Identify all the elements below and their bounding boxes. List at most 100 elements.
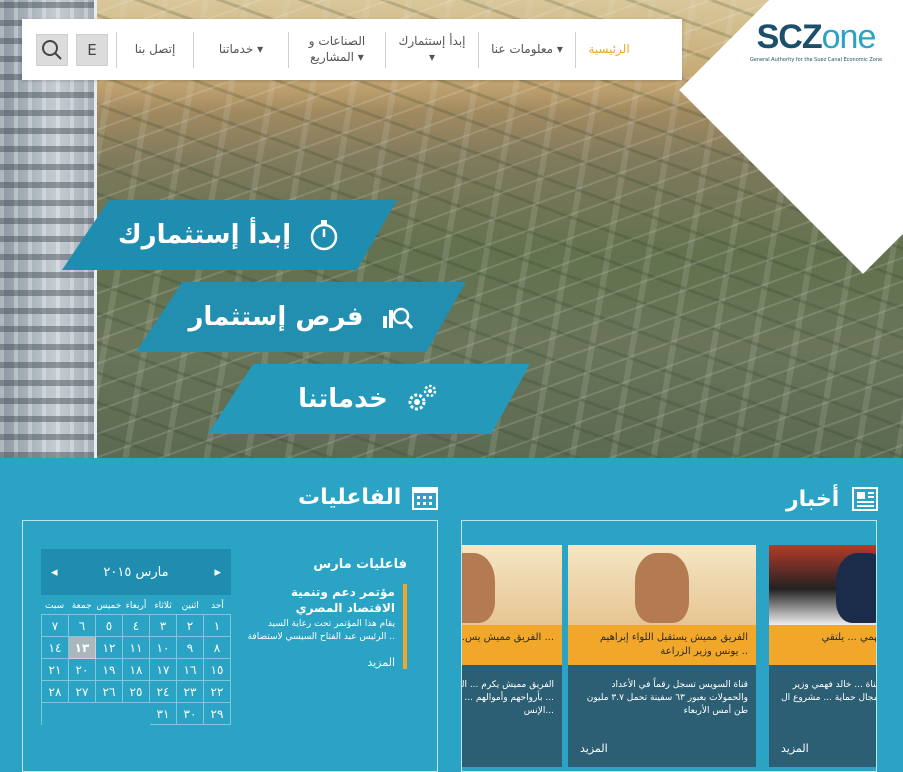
calendar-header: ◂ مارس ٢٠١٥ ▸ <box>41 549 231 595</box>
calendar-day[interactable]: ٢١ <box>42 659 69 681</box>
news-summary: الفريق مميش يكرم ... المحجوب " المصري ..… <box>461 680 554 717</box>
nav-item-contact[interactable]: إتصل بنا <box>117 42 193 58</box>
events-calendar: ◂ مارس ٢٠١٥ ▸ سبت جمعة خميس أربعاء ثلاثا… <box>41 549 231 725</box>
calendar-grid: ٧ ٦ ٥ ٤ ٣ ٢ ١ ١٤ ١٣ ١٢ ١١ ١٠ ٩ ٨ ٢١ ٢٠ ١٩ ١٨ ١٧ ١٦ ١٥ ٢٨ ٢٧ ٢٦ ٢… <box>41 614 231 725</box>
news-caption[interactable]: الدكتور خالد فهمي ... يلتقي ... <box>769 625 876 665</box>
logo-subtitle: General Authority for the Suez Canal Eco… <box>749 57 883 63</box>
tile-label: إبدأ إستثمارك <box>117 220 292 250</box>
calendar-day[interactable]: ٧ <box>42 615 69 637</box>
event-more-link[interactable]: المزيد <box>247 656 395 669</box>
events-list: فاعليات مارس مؤتمر دعم وتنمية الاقتصاد ا… <box>247 557 407 669</box>
news-card[interactable]: الفريق مميش يستقبل اللواء إبراهيم يونس و… <box>568 545 756 767</box>
nav-item-about[interactable]: معلومات عنا ▾ <box>479 42 575 58</box>
weekday: ثلاثاء <box>154 601 172 611</box>
news-more-link[interactable]: المزيد <box>781 742 809 755</box>
calendar-day[interactable]: ١٠ <box>150 637 177 659</box>
calendar-day[interactable]: ٩ <box>177 637 204 659</box>
stopwatch-icon <box>310 220 338 251</box>
events-heading-text: الفاعليات <box>298 484 402 510</box>
calendar-weekdays: سبت جمعة خميس أربعاء ثلاثاء اثنين أحد <box>41 601 231 611</box>
calendar-day[interactable]: ٨ <box>204 637 231 659</box>
news-more-link[interactable]: المزيد <box>580 742 608 755</box>
logo-suffix-text: one <box>821 18 877 56</box>
news-photo <box>462 545 562 625</box>
news-card[interactable]: الفريق مميش يس... الفريق عبدالعزيز ... ا… <box>461 545 562 767</box>
calendar-day[interactable]: ٢٢ <box>204 681 231 703</box>
calendar-day[interactable]: ٢٨ <box>42 681 69 703</box>
calendar-day[interactable]: ١١ <box>123 637 150 659</box>
event-description: يقام هذا المؤتمر تحت رعاية السيد الرئيس … <box>247 619 395 642</box>
calendar-day[interactable]: ٢٤ <box>150 681 177 703</box>
news-summary: قناة السويس تسجل رقماً في الأعداد والحمو… <box>586 680 748 717</box>
calendar-day[interactable]: ١٦ <box>177 659 204 681</box>
search-icon <box>42 39 62 60</box>
nav-item-industries[interactable]: الصناعات و المشاريع ▾ <box>289 34 385 65</box>
calendar-icon <box>412 487 439 510</box>
newspaper-icon <box>852 487 879 511</box>
site-logo[interactable]: SCZone General Authority for the Suez Ca… <box>747 18 885 63</box>
search-button[interactable] <box>36 33 68 66</box>
main-navbar: E إتصل بنا خدماتنا ▾ الصناعات و المشاريع… <box>22 19 682 80</box>
nav-item-start-invest[interactable]: إبدأ إستثمارك ▾ <box>386 34 478 65</box>
start-investment-tile[interactable]: إبدأ إستثمارك <box>62 200 397 270</box>
language-button[interactable]: E <box>76 33 108 66</box>
gears-icon <box>408 384 437 411</box>
weekday: سبت <box>45 601 65 611</box>
services-tile[interactable]: خدماتنا <box>208 364 530 434</box>
calendar-day[interactable]: ٣ <box>150 615 177 637</box>
logo-main-text: SCZ <box>756 18 823 56</box>
news-panel: الفريق مميش يس... الفريق عبدالعزيز ... ا… <box>461 520 877 772</box>
calendar-empty-cell <box>123 703 150 725</box>
calendar-empty-cell <box>96 703 123 725</box>
events-heading: الفاعليات <box>298 483 439 511</box>
event-title[interactable]: مؤتمر دعم وتنمية الاقتصاد المصري <box>247 584 395 616</box>
weekday: أربعاء <box>125 601 147 611</box>
calendar-day[interactable]: ١٧ <box>150 659 177 681</box>
calendar-month-label: مارس ٢٠١٥ <box>103 564 169 580</box>
calendar-day[interactable]: ١٣ <box>69 637 96 659</box>
news-photo <box>769 545 876 625</box>
news-summary: مميش رئيس هيئة قناة ... خالد فهمي وزير ا… <box>781 680 877 704</box>
calendar-day[interactable]: ١٨ <box>123 659 150 681</box>
news-heading: أخبار <box>786 485 881 513</box>
weekday: جمعة <box>71 601 92 611</box>
calendar-day[interactable]: ٢٧ <box>69 681 96 703</box>
news-photo <box>568 545 756 625</box>
calendar-day[interactable]: ٢٣ <box>177 681 204 703</box>
news-heading-text: أخبار <box>786 486 840 512</box>
calendar-day[interactable]: ٣٠ <box>177 703 204 725</box>
calendar-prev-button[interactable]: ◂ <box>51 565 58 580</box>
tile-label: فرص إستثمار <box>188 302 364 332</box>
calendar-next-button[interactable]: ▸ <box>214 565 221 580</box>
event-item[interactable]: مؤتمر دعم وتنمية الاقتصاد المصري يقام هذ… <box>247 584 407 669</box>
news-card[interactable]: الدكتور خالد فهمي ... يلتقي ... مميش رئي… <box>769 545 877 767</box>
calendar-day[interactable]: ١٥ <box>204 659 231 681</box>
calendar-day[interactable]: ١ <box>204 615 231 637</box>
calendar-empty-cell <box>42 703 69 725</box>
calendar-day[interactable]: ٢٩ <box>204 703 231 725</box>
calendar-day[interactable]: ٥ <box>96 615 123 637</box>
calendar-day[interactable]: ٢٦ <box>96 681 123 703</box>
hero-banner: SCZone General Authority for the Suez Ca… <box>0 0 903 458</box>
calendar-day[interactable]: ٢ <box>177 615 204 637</box>
calendar-day[interactable]: ١٢ <box>96 637 123 659</box>
news-caption[interactable]: الفريق مميش يس... الفريق عبدالعزيز ... <box>462 625 562 665</box>
events-list-title: فاعليات مارس <box>313 557 407 572</box>
nav-item-home[interactable]: الرئيسية <box>576 42 642 58</box>
weekday: خميس <box>96 601 122 611</box>
search-chart-icon <box>382 307 413 329</box>
events-panel: ◂ مارس ٢٠١٥ ▸ سبت جمعة خميس أربعاء ثلاثا… <box>22 520 438 772</box>
nav-item-services[interactable]: خدماتنا ▾ <box>194 42 288 58</box>
calendar-day[interactable]: ٣١ <box>150 703 177 725</box>
investment-opportunities-tile[interactable]: فرص إستثمار <box>136 282 466 352</box>
calendar-day[interactable]: ٢٥ <box>123 681 150 703</box>
calendar-day[interactable]: ٦ <box>69 615 96 637</box>
calendar-day[interactable]: ١٩ <box>96 659 123 681</box>
calendar-day[interactable]: ٤ <box>123 615 150 637</box>
calendar-day[interactable]: ٢٠ <box>69 659 96 681</box>
tile-label: خدماتنا <box>298 384 388 414</box>
weekday: أحد <box>211 601 224 611</box>
news-caption[interactable]: الفريق مميش يستقبل اللواء إبراهيم يونس و… <box>568 625 756 665</box>
calendar-empty-cell <box>69 703 96 725</box>
calendar-day[interactable]: ١٤ <box>42 637 69 659</box>
